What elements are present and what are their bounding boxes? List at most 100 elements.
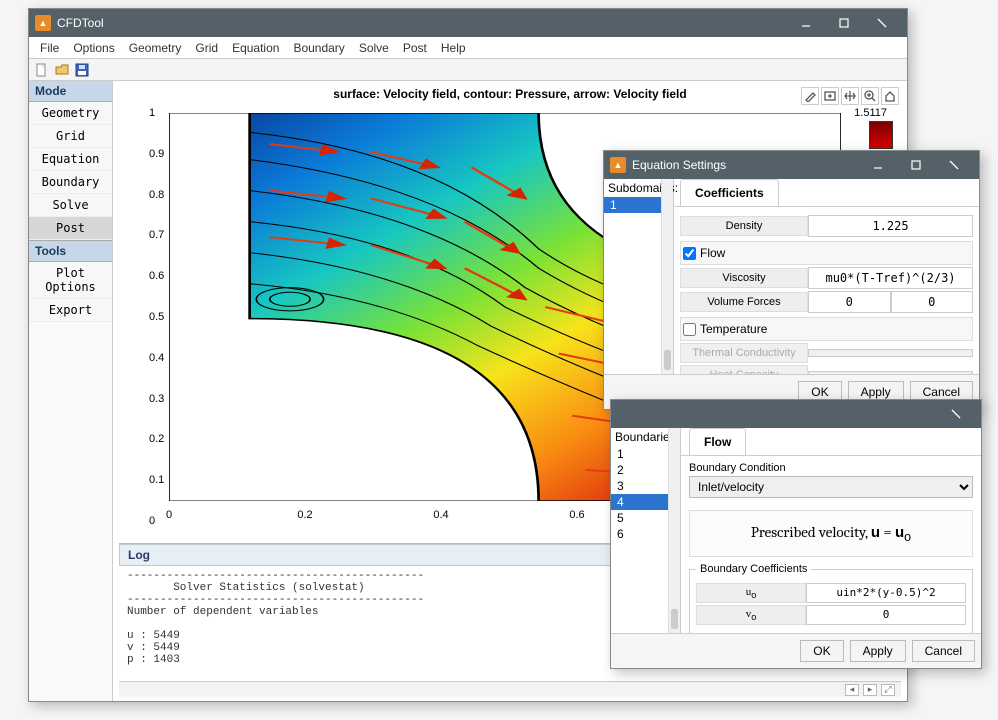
bc-select[interactable]: Inlet/velocity [689,476,973,498]
sidebar-item-grid[interactable]: Grid [29,125,112,148]
xtick: 0.6 [569,509,584,521]
boundary-settings-dialog: Boundaries: 1 2 3 4 5 6 Flow Boundary Co… [610,399,982,669]
subdomain-list[interactable]: Subdomains: 1 [604,179,674,374]
brush-icon[interactable] [801,87,819,105]
label-u0: uo [696,583,806,603]
input-u0[interactable]: uin*2*(y-0.5)^2 [806,583,966,603]
sidebar-item-export[interactable]: Export [29,299,112,322]
ytick: 0 [149,515,155,527]
ytick: 0.9 [149,148,164,160]
ytick: 0.4 [149,352,164,364]
menu-grid[interactable]: Grid [188,39,225,57]
app-icon: ▲ [610,157,626,173]
sidebar-item-boundary[interactable]: Boundary [29,171,112,194]
status-strip: ◂ ▸ ⤢ [119,681,901,697]
minimize-button[interactable] [787,9,825,37]
prescribed-velocity-text: Prescribed velocity, u = uo [689,510,973,557]
xtick: 0 [166,509,172,521]
label-density: Density [680,216,808,236]
home-icon[interactable] [881,87,899,105]
ytick: 0.3 [149,393,164,405]
status-next-icon[interactable]: ▸ [863,684,877,696]
boundary-list[interactable]: Boundaries: 1 2 3 4 5 6 [611,428,681,633]
input-volume-force-y[interactable]: 0 [891,291,974,313]
zoom-box-icon[interactable] [821,87,839,105]
mode-sidebar: Mode Geometry Grid Equation Boundary Sol… [29,81,113,701]
menu-help[interactable]: Help [434,39,473,57]
maximize-button[interactable] [825,9,863,37]
app-icon: ▲ [35,15,51,31]
sidebar-item-equation[interactable]: Equation [29,148,112,171]
sidebar-head-tools: Tools [29,240,112,262]
ytick: 0.2 [149,433,164,445]
sidebar-item-solve[interactable]: Solve [29,194,112,217]
eq-close-button[interactable] [935,151,973,179]
tab-coefficients[interactable]: Coefficients [680,179,779,206]
status-expand-icon[interactable]: ⤢ [881,684,895,696]
close-button[interactable] [863,9,901,37]
new-file-icon[interactable] [33,61,51,79]
flow-checkbox-label: Flow [700,246,725,260]
ytick: 0.1 [149,474,164,486]
input-viscosity[interactable]: mu0*(T-Tref)^(2/3) [808,267,973,289]
ytick: 0.8 [149,189,164,201]
label-volume-forces: Volume Forces [680,292,808,312]
boundary-coefficients: Boundary Coefficients uo uin*2*(y-0.5)^2… [689,563,973,634]
eq-minimize-button[interactable] [859,151,897,179]
label-viscosity: Viscosity [680,268,808,288]
bnd-ok-button[interactable]: OK [800,640,843,662]
sidebar-item-geometry[interactable]: Geometry [29,102,112,125]
menubar: File Options Geometry Grid Equation Boun… [29,37,907,59]
eq-maximize-button[interactable] [897,151,935,179]
temperature-checkbox-row[interactable]: Temperature [680,317,973,341]
tab-flow[interactable]: Flow [689,428,746,455]
zoom-in-icon[interactable] [861,87,879,105]
plot-toolbar [801,87,899,105]
main-titlebar[interactable]: ▲ CFDTool [29,9,907,37]
open-file-icon[interactable] [53,61,71,79]
ytick: 0.7 [149,229,164,241]
menu-file[interactable]: File [33,39,66,57]
bc-label: Boundary Condition [689,462,973,474]
boundary-coefficients-legend: Boundary Coefficients [696,563,811,575]
xtick: 0.2 [297,509,312,521]
flow-checkbox[interactable] [683,247,696,260]
eq-title: Equation Settings [632,158,859,172]
sidebar-head-mode: Mode [29,81,112,102]
ytick: 1 [149,107,155,119]
pan-icon[interactable] [841,87,859,105]
temperature-checkbox-label: Temperature [700,322,767,336]
bnd-titlebar[interactable] [611,400,981,428]
plot-title: surface: Velocity field, contour: Pressu… [119,85,901,103]
colorbar-max: 1.5117 [854,107,887,119]
equation-settings-dialog: ▲ Equation Settings Subdomains: 1 Coeffi… [603,150,980,410]
flow-checkbox-row[interactable]: Flow [680,241,973,265]
label-thermal-conductivity: Thermal Conductivity [680,343,808,363]
input-volume-force-x[interactable]: 0 [808,291,891,313]
menu-boundary[interactable]: Boundary [286,39,351,57]
sidebar-item-post[interactable]: Post [29,217,112,240]
save-file-icon[interactable] [73,61,91,79]
menu-geometry[interactable]: Geometry [122,39,189,57]
bnd-apply-button[interactable]: Apply [850,640,906,662]
menu-equation[interactable]: Equation [225,39,286,57]
status-prev-icon[interactable]: ◂ [845,684,859,696]
ytick: 0.5 [149,311,164,323]
scrollbar[interactable] [668,428,680,633]
temperature-checkbox[interactable] [683,323,696,336]
menu-post[interactable]: Post [396,39,434,57]
sidebar-item-plot-options[interactable]: Plot Options [29,262,112,299]
bnd-close-button[interactable] [937,400,975,428]
toolbar [29,59,907,81]
input-v0[interactable]: 0 [806,605,966,625]
label-v0: vo [696,605,806,625]
xtick: 0.4 [433,509,448,521]
input-density[interactable]: 1.225 [808,215,973,237]
menu-options[interactable]: Options [66,39,121,57]
ytick: 0.6 [149,270,164,282]
menu-solve[interactable]: Solve [352,39,396,57]
eq-titlebar[interactable]: ▲ Equation Settings [604,151,979,179]
scrollbar[interactable] [661,179,673,374]
colorbar [869,121,893,149]
bnd-cancel-button[interactable]: Cancel [912,640,975,662]
